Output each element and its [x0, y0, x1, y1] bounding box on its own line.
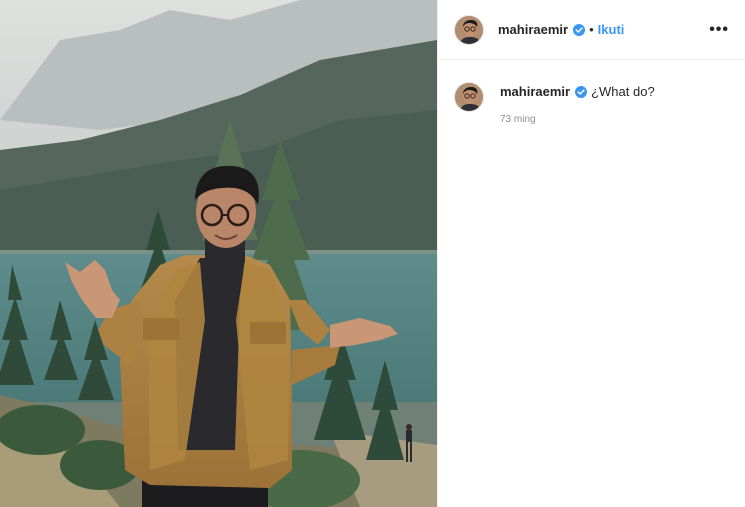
- profile-photo-icon: [455, 15, 483, 44]
- caption-author-avatar[interactable]: [454, 82, 484, 112]
- caption-line: mahiraemir ¿What do?: [500, 84, 655, 100]
- caption-body: mahiraemir ¿What do? 73 ming: [500, 82, 655, 125]
- post-photo[interactable]: [0, 0, 437, 507]
- follow-button[interactable]: Ikuti: [598, 22, 625, 37]
- author-username[interactable]: mahiraemir: [498, 22, 568, 37]
- caption-username[interactable]: mahiraemir: [500, 84, 570, 99]
- caption-text: ¿What do?: [591, 84, 655, 99]
- post-image: [0, 0, 437, 507]
- profile-photo-icon: [455, 83, 483, 111]
- caption-timestamp[interactable]: 73 ming: [500, 114, 655, 125]
- more-options-icon[interactable]: •••: [707, 19, 731, 41]
- author-avatar[interactable]: [454, 14, 484, 45]
- post-header: mahiraemir • Ikuti •••: [438, 0, 745, 60]
- post-sidebar: mahiraemir • Ikuti ••• mahiraemir ¿What …: [437, 0, 745, 507]
- header-separator: •: [589, 22, 594, 37]
- caption-comment: mahiraemir ¿What do? 73 ming: [438, 60, 745, 125]
- verified-badge-icon: [573, 23, 586, 36]
- verified-badge-icon: [575, 86, 588, 98]
